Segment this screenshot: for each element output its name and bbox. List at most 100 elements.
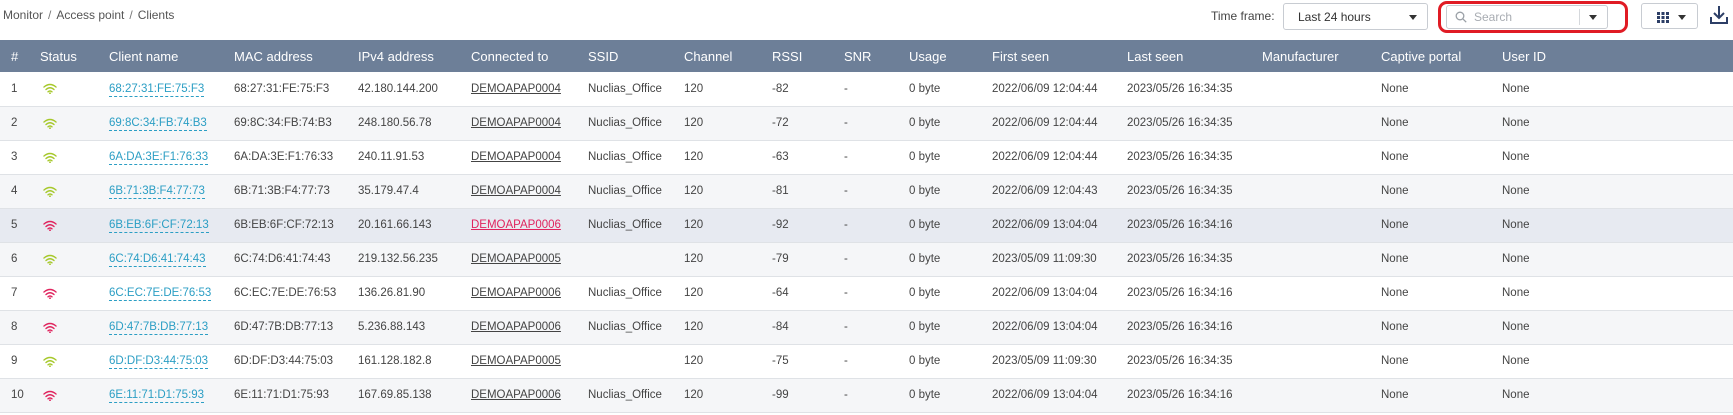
table-row[interactable]: 7 6C:EC:7E:DE:76:53 6C:EC:7E:DE:76:53 136.2… <box>0 276 1733 310</box>
col-header-mac[interactable]: MAC address <box>223 40 347 72</box>
col-header-channel[interactable]: Channel <box>673 40 761 72</box>
cell-first-seen: 2022/06/09 12:04:44 <box>992 151 1098 163</box>
wifi-signal-icon <box>43 220 57 231</box>
wifi-signal-icon <box>43 254 57 265</box>
table-row[interactable]: 4 6B:71:3B:F4:77:73 6B:71:3B:F4:77:73 35.17… <box>0 174 1733 208</box>
cell-rssi: -84 <box>772 321 789 333</box>
client-name-link[interactable]: 6C:EC:7E:DE:76:53 <box>109 287 212 301</box>
timeframe-label: Time frame: <box>1211 9 1275 23</box>
col-header-client-name[interactable]: Client name <box>98 40 223 72</box>
access-point-link[interactable]: DEMOAPAP0006 <box>471 321 561 333</box>
table-row[interactable]: 9 6D:DF:D3:44:75:03 6D:DF:D3:44:75:03 161.1… <box>0 344 1733 378</box>
cell-ipv4: 35.179.47.4 <box>358 185 419 197</box>
col-header-usage[interactable]: Usage <box>898 40 981 72</box>
cell-ipv4: 5.236.88.143 <box>358 321 426 333</box>
cell-ipv4: 161.128.182.8 <box>358 355 432 367</box>
breadcrumb-monitor[interactable]: Monitor <box>3 8 43 22</box>
client-name-link[interactable]: 6E:11:71:D1:75:93 <box>109 389 205 403</box>
cell-number: 8 <box>11 321 18 333</box>
cell-manufacturer <box>1251 72 1370 106</box>
table-row[interactable]: 5 6B:EB:6F:CF:72:13 6B:EB:6F:CF:72:13 20.16… <box>0 208 1733 242</box>
cell-connected-to: DEMOAPAP0004 <box>460 140 577 174</box>
column-chooser-button[interactable] <box>1641 3 1698 29</box>
col-header-status[interactable]: Status <box>29 40 98 72</box>
cell-last-seen: 2023/05/26 16:34:35 <box>1127 355 1233 367</box>
wifi-signal-icon <box>43 84 57 95</box>
client-name-link[interactable]: 68:27:31:FE:75:F3 <box>109 82 205 97</box>
col-header-manufacturer[interactable]: Manufacturer <box>1251 40 1370 72</box>
cell-captive-portal: None <box>1381 287 1409 299</box>
col-header-ssid[interactable]: SSID <box>577 40 673 72</box>
access-point-link[interactable]: DEMOAPAP0006 <box>471 219 561 231</box>
cell-mac: 6E:11:71:D1:75:93 <box>234 389 330 401</box>
cell-snr: - <box>844 355 848 367</box>
table-row[interactable]: 2 69:8C:34:FB:74:B3 69:8C:34:FB:74:B3 248.1… <box>0 106 1733 140</box>
cell-last-seen: 2023/05/26 16:34:35 <box>1127 82 1233 95</box>
col-header-ipv4[interactable]: IPv4 address <box>347 40 460 72</box>
cell-ipv4: 20.161.66.143 <box>358 219 432 231</box>
col-header-connected-to[interactable]: Connected to <box>460 40 577 72</box>
wifi-signal-icon <box>43 322 57 333</box>
cell-mac: 6B:71:3B:F4:77:73 <box>234 185 330 197</box>
cell-last-seen: 2023/05/26 16:34:16 <box>1127 219 1233 231</box>
cell-user-id: None <box>1502 355 1530 367</box>
client-name-link[interactable]: 6D:DF:D3:44:75:03 <box>109 355 209 369</box>
client-name-link[interactable]: 69:8C:34:FB:74:B3 <box>109 117 207 131</box>
col-header-captive-portal[interactable]: Captive portal <box>1370 40 1491 72</box>
client-name-link[interactable]: 6D:47:7B:DB:77:13 <box>109 321 209 335</box>
breadcrumb-access-point[interactable]: Access point <box>56 8 124 22</box>
access-point-link[interactable]: DEMOAPAP0005 <box>471 253 561 265</box>
access-point-link[interactable]: DEMOAPAP0004 <box>471 185 561 197</box>
cell-connected-to: DEMOAPAP0006 <box>460 208 577 242</box>
access-point-link[interactable]: DEMOAPAP0005 <box>471 355 561 367</box>
cell-number: 5 <box>11 219 18 231</box>
table-row[interactable]: 3 6A:DA:3E:F1:76:33 6A:DA:3E:F1:76:33 240.1… <box>0 140 1733 174</box>
cell-last-seen: 2023/05/26 16:34:16 <box>1127 389 1233 401</box>
access-point-link[interactable]: DEMOAPAP0004 <box>471 83 561 95</box>
search-divider <box>1579 9 1580 25</box>
cell-first-seen: 2022/06/09 12:04:44 <box>992 117 1098 129</box>
wifi-signal-icon <box>43 152 57 163</box>
cell-mac: 69:8C:34:FB:74:B3 <box>234 117 332 129</box>
wifi-signal-icon <box>43 390 57 401</box>
access-point-link[interactable]: DEMOAPAP0006 <box>471 389 561 401</box>
timeframe-select[interactable]: Last 24 hours <box>1283 3 1428 30</box>
cell-captive-portal: None <box>1381 219 1409 231</box>
search-input[interactable] <box>1474 8 1574 26</box>
col-header-number[interactable]: # <box>0 40 29 72</box>
access-point-link[interactable]: DEMOAPAP0004 <box>471 151 561 163</box>
cell-first-seen: 2022/06/09 12:04:44 <box>992 82 1098 95</box>
col-header-last-seen[interactable]: Last seen <box>1116 40 1251 72</box>
client-name-link[interactable]: 6A:DA:3E:F1:76:33 <box>109 151 209 165</box>
col-header-user-id[interactable]: User ID <box>1491 40 1733 72</box>
cell-manufacturer <box>1251 174 1370 208</box>
cell-rssi: -75 <box>772 355 789 367</box>
access-point-link[interactable]: DEMOAPAP0006 <box>471 287 561 299</box>
col-header-rssi[interactable]: RSSI <box>761 40 833 72</box>
client-name-link[interactable]: 6B:71:3B:F4:77:73 <box>109 185 205 199</box>
cell-ssid <box>577 344 673 378</box>
cell-client-name: 69:8C:34:FB:74:B3 <box>98 106 223 140</box>
col-header-first-seen[interactable]: First seen <box>981 40 1116 72</box>
table-row[interactable]: 10 6E:11:71:D1:75:93 6E:11:71:D1:75:93 167.… <box>0 378 1733 412</box>
access-point-link[interactable]: DEMOAPAP0004 <box>471 117 561 129</box>
search-field[interactable] <box>1446 5 1608 29</box>
search-dropdown-toggle[interactable] <box>1589 15 1597 20</box>
cell-snr: - <box>844 321 848 333</box>
table-row[interactable]: 6 6C:74:D6:41:74:43 6C:74:D6:41:74:43 219.1… <box>0 242 1733 276</box>
cell-manufacturer <box>1251 106 1370 140</box>
client-name-link[interactable]: 6B:EB:6F:CF:72:13 <box>109 219 209 233</box>
client-name-link[interactable]: 6C:74:D6:41:74:43 <box>109 253 206 267</box>
table-row[interactable]: 8 6D:47:7B:DB:77:13 6D:47:7B:DB:77:13 5.236… <box>0 310 1733 344</box>
cell-first-seen: 2023/05/09 11:09:30 <box>992 253 1097 265</box>
cell-channel: 120 <box>684 389 704 401</box>
cell-channel: 120 <box>684 321 704 333</box>
cell-first-seen: 2022/06/09 13:04:04 <box>992 321 1098 333</box>
cell-user-id: None <box>1502 287 1530 299</box>
cell-user-id: None <box>1502 117 1530 129</box>
chevron-down-icon <box>1409 15 1417 20</box>
download-icon[interactable] <box>1709 4 1729 26</box>
table-row[interactable]: 1 68:27:31:FE:75:F3 68:27:31:FE:75:F3 42.18… <box>0 72 1733 106</box>
cell-channel: 120 <box>684 355 704 367</box>
col-header-snr[interactable]: SNR <box>833 40 898 72</box>
